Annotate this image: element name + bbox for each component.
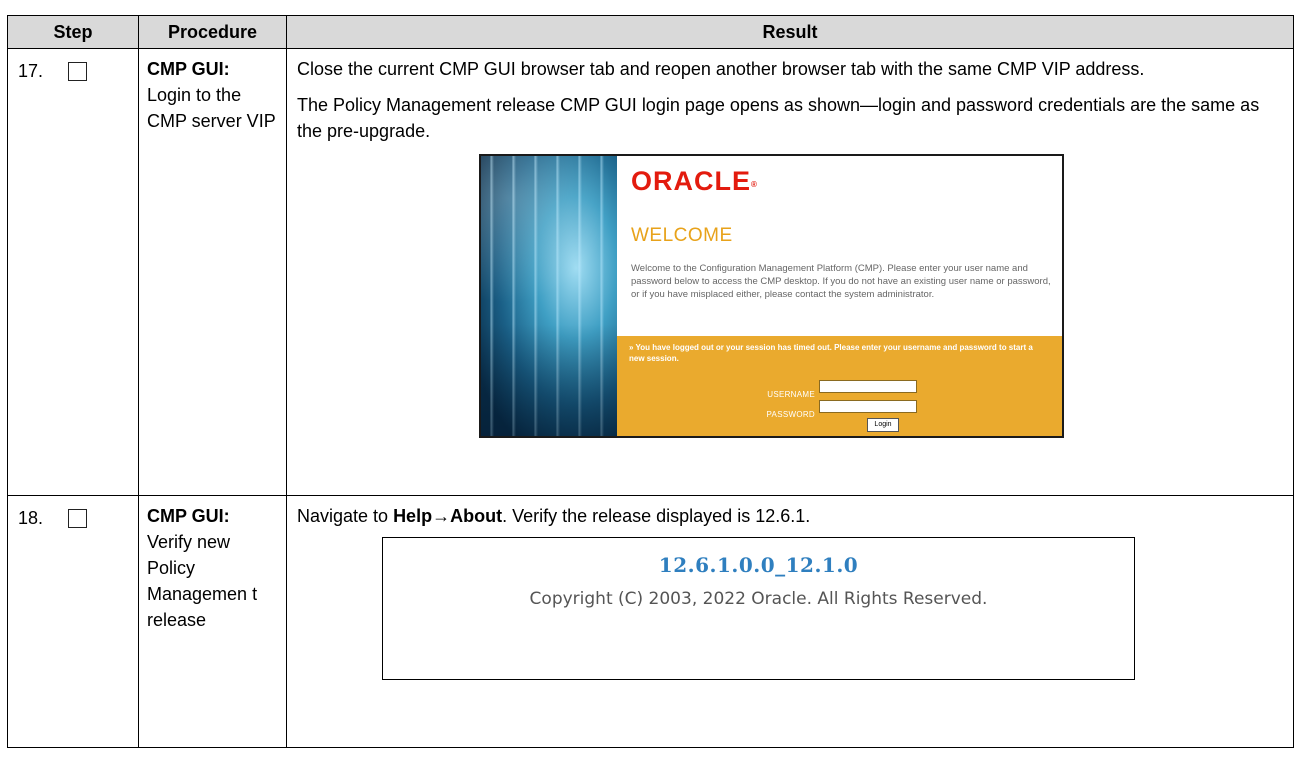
login-side-graphic [481, 156, 617, 436]
about-box: 12.6.1.0.0_12.1.0 Copyright (C) 2003, 20… [382, 537, 1135, 680]
header-step: Step [7, 15, 139, 49]
welcome-text: Welcome to the Configuration Management … [631, 263, 1051, 300]
result-instruction: Navigate to Help→About. Verify the relea… [297, 506, 811, 526]
procedure-cell: CMP GUI: Verify new Policy Managemen t r… [138, 495, 287, 748]
procedure-text: Verify new Policy Managemen t release [147, 532, 258, 630]
username-input[interactable] [819, 380, 917, 393]
procedure-title: CMP GUI: [147, 506, 230, 526]
release-version: 12.6.1.0.0_12.1.0 [658, 553, 859, 577]
header-procedure: Procedure [138, 15, 287, 49]
step-checkbox[interactable] [68, 62, 87, 81]
copyright-text: Copyright (C) 2003, 2022 Oracle. All Rig… [529, 589, 988, 609]
password-input[interactable] [819, 400, 917, 413]
step-number: 18. [18, 508, 44, 528]
arrow-right-icon: → [432, 506, 451, 526]
step-checkbox[interactable] [68, 509, 87, 528]
procedure-cell: CMP GUI: Login to the CMP server VIP [138, 48, 287, 496]
oracle-logo: ORACLE® [631, 166, 758, 196]
procedure-text: Login to the CMP server VIP [147, 85, 276, 131]
password-label: PASSWORD [766, 410, 815, 419]
result-cell: Navigate to Help→About. Verify the relea… [286, 495, 1294, 748]
help-menu-label: Help [393, 506, 433, 526]
about-menu-label: About [450, 506, 503, 526]
table-header-row: Step Procedure Result [7, 15, 1294, 49]
login-panel: ORACLE® WELCOME Welcome to the Configura… [617, 156, 1062, 436]
welcome-heading: WELCOME [631, 225, 733, 246]
procedure-title: CMP GUI: [147, 59, 230, 79]
session-message: » You have logged out or your session ha… [629, 343, 1033, 363]
login-button[interactable]: Login [867, 418, 899, 432]
step-number: 17. [18, 61, 44, 81]
step-cell: 18. [7, 495, 139, 748]
step-cell: 17. [7, 48, 139, 496]
procedure-table: Step Procedure Result 17. CMP GUI: Login… [7, 15, 1294, 748]
header-result: Result [286, 15, 1294, 49]
login-form: » You have logged out or your session ha… [617, 336, 1062, 436]
table-row: 18. CMP GUI: Verify new Policy Managemen… [7, 495, 1294, 748]
result-cell: Close the current CMP GUI browser tab an… [286, 48, 1294, 496]
login-screenshot: ORACLE® WELCOME Welcome to the Configura… [479, 154, 1064, 438]
result-paragraph: The Policy Management release CMP GUI lo… [297, 95, 1260, 141]
result-paragraph: Close the current CMP GUI browser tab an… [297, 59, 1145, 79]
table-row: 17. CMP GUI: Login to the CMP server VIP… [7, 48, 1294, 496]
